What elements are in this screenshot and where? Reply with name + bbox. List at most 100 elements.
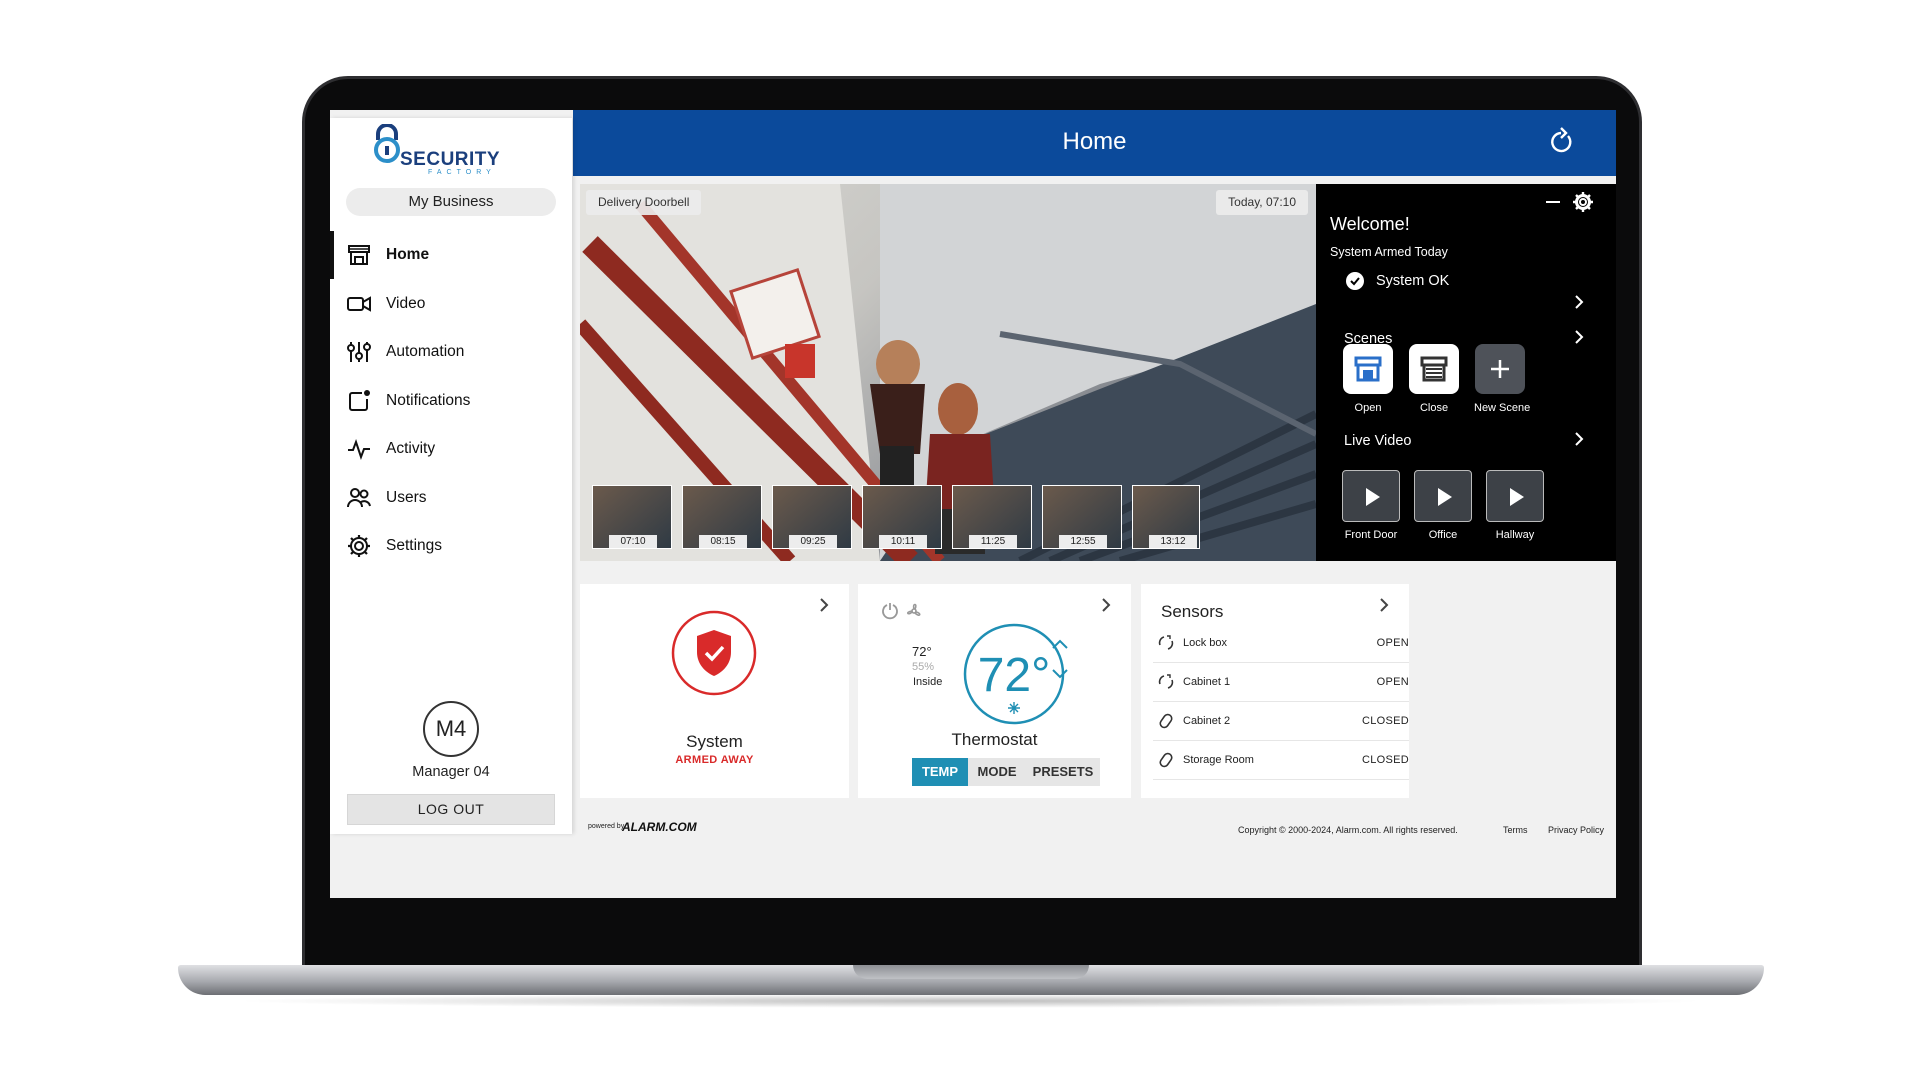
inside-humidity: 55%	[912, 661, 935, 673]
thermostat-tabs: TEMP MODE PRESETS	[912, 758, 1100, 786]
welcome-panel: Welcome! System Armed Today System OK Sc…	[1316, 184, 1616, 561]
clip-thumbnail[interactable]: 08:15	[682, 485, 762, 549]
tab-temp[interactable]: TEMP	[912, 758, 968, 786]
scene-close-button[interactable]: Close	[1408, 344, 1460, 414]
sidebar-item-video[interactable]: Video	[330, 280, 572, 329]
list-item[interactable]: Lock box OPEN	[1153, 624, 1409, 663]
list-item[interactable]: Storage Room CLOSED	[1153, 741, 1409, 780]
brand-name: SECURITY	[400, 149, 501, 170]
sensor-name: Cabinet 1	[1183, 676, 1231, 688]
inside-label: Inside	[913, 676, 943, 688]
sensor-state: OPEN	[1376, 676, 1409, 688]
check-circle-icon	[1346, 272, 1364, 290]
camera-time-badge: Today, 07:10	[1216, 190, 1308, 215]
sidebar-nav: Home Video Automation Notifications Acti…	[330, 231, 572, 571]
chevron-up-icon[interactable]	[1051, 638, 1069, 650]
chevron-right-icon[interactable]	[1377, 598, 1391, 612]
brand-subtitle: FACTORY	[428, 169, 496, 176]
page-title: Home	[1062, 128, 1127, 155]
system-status-text: System OK	[1376, 273, 1450, 289]
copyright: Copyright © 2000-2024, Alarm.com. All ri…	[1238, 825, 1458, 835]
sidebar-item-label: Home	[386, 246, 430, 264]
laptop-shadow	[230, 994, 1710, 1008]
clip-thumbnail[interactable]: 11:25	[952, 485, 1032, 549]
scene-open-button[interactable]: Open	[1342, 344, 1394, 414]
clip-thumbnail[interactable]: 12:55	[1042, 485, 1122, 549]
play-icon	[1486, 470, 1544, 522]
inside-temperature: 72°	[912, 644, 932, 659]
plus-icon	[1475, 344, 1525, 394]
clip-time: 13:12	[1149, 535, 1197, 549]
refresh-icon[interactable]	[1546, 127, 1576, 157]
fan-icon[interactable]	[904, 601, 924, 621]
list-item[interactable]: Cabinet 2 CLOSED	[1153, 702, 1409, 741]
list-item[interactable]: Cabinet 1 OPEN	[1153, 663, 1409, 702]
clip-thumbnail[interactable]: 07:10	[592, 485, 672, 549]
sensor-state: OPEN	[1376, 637, 1409, 649]
power-icon[interactable]	[880, 601, 900, 621]
minimize-icon[interactable]	[1546, 201, 1560, 203]
scene-label: Close	[1419, 402, 1449, 414]
thermostat-card[interactable]: 72° 55% Inside 72° Thermostat TEMP MODE …	[858, 584, 1131, 798]
sensor-name: Cabinet 2	[1183, 715, 1231, 727]
sidebar-item-users[interactable]: Users	[330, 474, 572, 523]
system-card[interactable]: System ARMED AWAY	[580, 584, 849, 798]
sensor-state: CLOSED	[1361, 754, 1409, 766]
clip-time: 07:10	[609, 535, 657, 549]
sidebar-item-home[interactable]: Home	[330, 231, 572, 280]
open-sensor-icon	[1158, 674, 1174, 689]
new-scene-button[interactable]: New Scene	[1474, 344, 1531, 414]
chevron-right-icon[interactable]	[817, 598, 831, 612]
video-camera-icon	[347, 296, 371, 312]
live-camera-front-door[interactable]: Front Door	[1342, 470, 1400, 541]
brand-logo: SECURITY FACTORY	[370, 122, 530, 182]
play-icon	[1342, 470, 1400, 522]
clip-time: 11:25	[969, 535, 1017, 549]
clip-thumbnail[interactable]: 09:25	[772, 485, 852, 549]
header-bar: Home	[573, 110, 1616, 176]
camera-feed[interactable]: Delivery Doorbell Today, 07:10 07:10 08:…	[580, 184, 1316, 561]
tab-presets[interactable]: PRESETS	[1026, 758, 1100, 786]
snowflake-icon	[1008, 702, 1020, 714]
live-video-heading: Live Video	[1344, 433, 1412, 449]
chevron-right-icon[interactable]	[1572, 432, 1586, 446]
system-name: System	[686, 732, 743, 751]
scene-label: New Scene	[1474, 402, 1531, 414]
system-arm-status: ARMED AWAY	[675, 754, 754, 766]
storefront-open-icon	[1343, 344, 1393, 394]
chevron-right-icon[interactable]	[1099, 598, 1113, 612]
system-status-row[interactable]: System OK	[1346, 272, 1449, 290]
sidebar-item-automation[interactable]: Automation	[330, 328, 572, 377]
camera-label: Office	[1428, 529, 1458, 541]
gear-icon[interactable]	[1572, 191, 1594, 213]
sensors-card[interactable]: Sensors Lock box OPEN Cabinet 1 OPEN Cab…	[1141, 584, 1409, 798]
laptop-base-notch	[853, 965, 1089, 979]
live-camera-hallway[interactable]: Hallway	[1486, 470, 1544, 541]
chevron-right-icon[interactable]	[1572, 295, 1586, 309]
sensors-title: Sensors	[1161, 602, 1224, 621]
avatar[interactable]: M4	[423, 701, 479, 757]
chevron-down-icon[interactable]	[1051, 668, 1069, 680]
welcome-title: Welcome!	[1330, 214, 1410, 234]
sidebar-item-notifications[interactable]: Notifications	[330, 377, 572, 426]
tab-mode[interactable]: MODE	[968, 758, 1026, 786]
sensors-list: Lock box OPEN Cabinet 1 OPEN Cabinet 2 C…	[1153, 624, 1409, 780]
scenes-list: Open Close New Scene	[1342, 344, 1531, 414]
footer: powered by ALARM.COM Copyright © 2000-20…	[330, 803, 1616, 898]
chevron-right-icon[interactable]	[1572, 330, 1586, 344]
privacy-link[interactable]: Privacy Policy	[1548, 825, 1604, 835]
live-camera-office[interactable]: Office	[1414, 470, 1472, 541]
camera-name-badge: Delivery Doorbell	[586, 190, 702, 215]
clip-thumbnail[interactable]: 13:12	[1132, 485, 1200, 549]
sidebar-item-activity[interactable]: Activity	[330, 425, 572, 474]
sidebar-item-settings[interactable]: Settings	[330, 522, 572, 571]
business-selector[interactable]: My Business	[346, 188, 556, 216]
closed-sensor-icon	[1159, 713, 1173, 729]
padlock-logo-icon	[374, 124, 400, 163]
welcome-subtitle: System Armed Today	[1330, 245, 1448, 259]
sliders-icon	[347, 342, 371, 363]
terms-link[interactable]: Terms	[1503, 825, 1528, 835]
clip-thumbnail[interactable]: 10:11	[862, 485, 942, 549]
alarm-logo[interactable]: ALARM.COM	[622, 820, 697, 834]
sidebar-item-label: Settings	[386, 537, 443, 555]
